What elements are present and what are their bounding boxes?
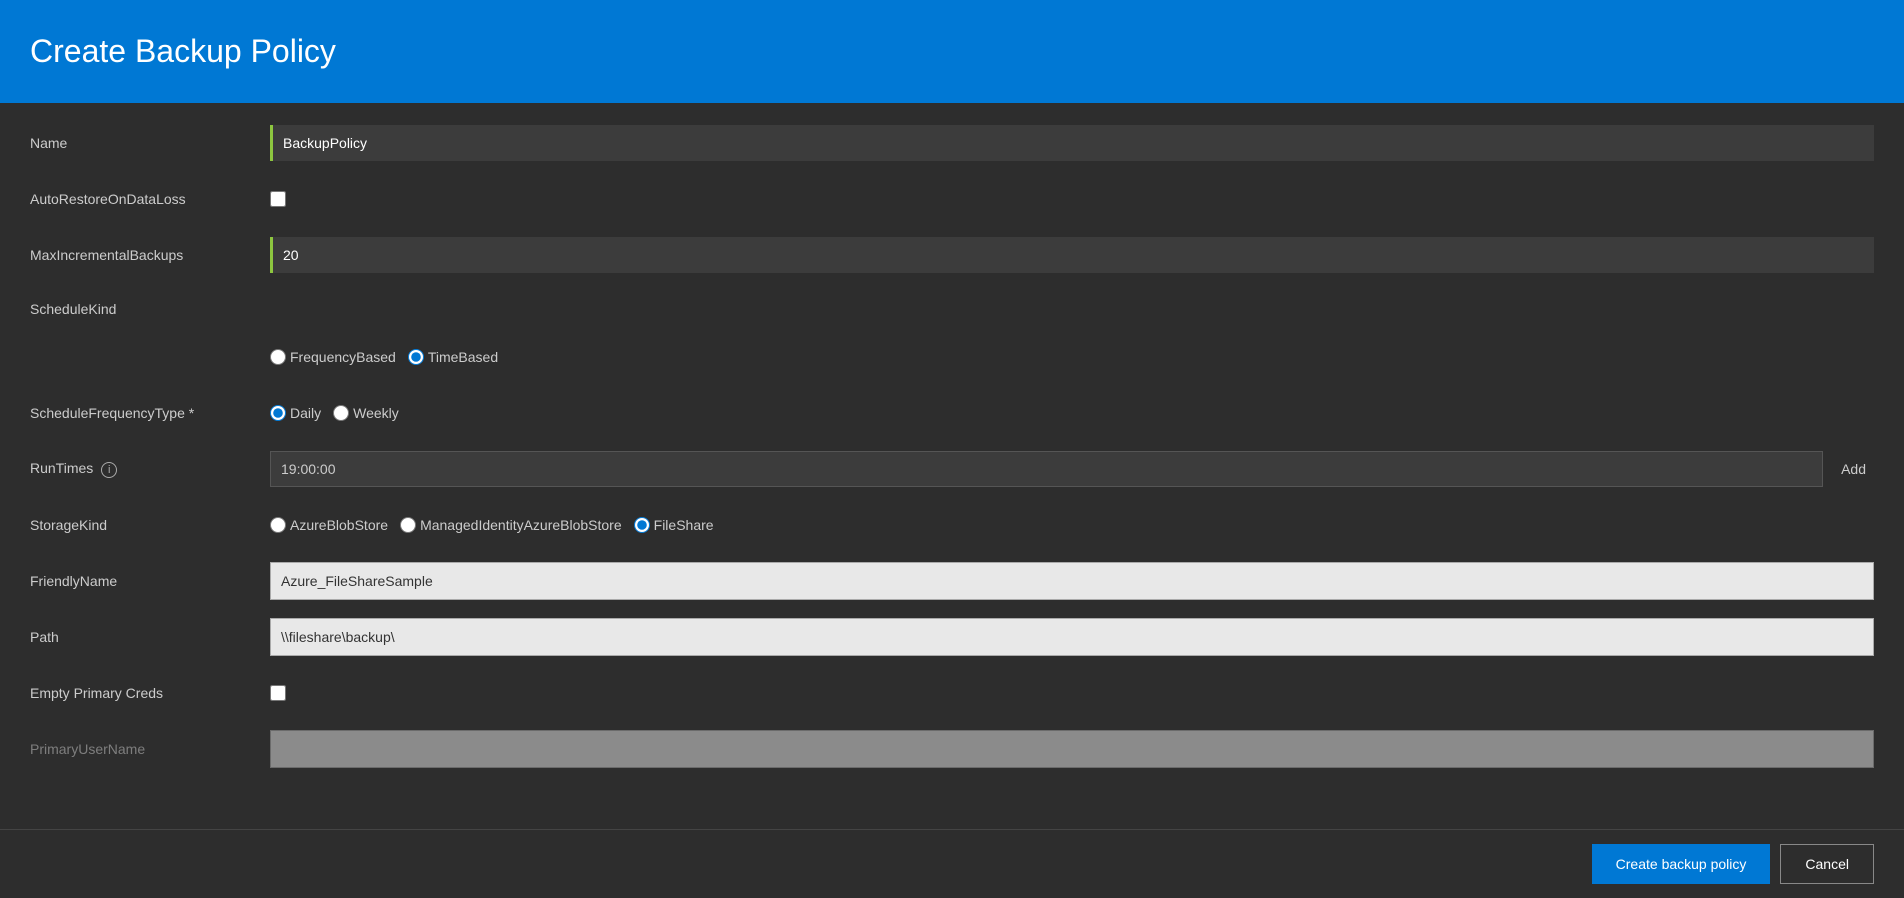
schedule-kind-time-radio[interactable]: [408, 349, 424, 365]
max-incremental-label: MaxIncrementalBackups: [30, 247, 270, 263]
empty-primary-creds-checkbox[interactable]: [270, 685, 286, 701]
path-control: [270, 618, 1874, 656]
runtimes-row: RunTimes i Add: [30, 449, 1874, 489]
storage-kind-label: StorageKind: [30, 517, 270, 533]
page-title: Create Backup Policy: [30, 33, 336, 70]
runtimes-control: Add: [270, 451, 1874, 487]
runtimes-wrapper: Add: [270, 451, 1874, 487]
schedule-freq-weekly-radio[interactable]: [333, 405, 349, 421]
runtimes-input[interactable]: [270, 451, 1823, 487]
primary-username-control: [270, 730, 1874, 768]
schedule-kind-control: FrequencyBased TimeBased: [270, 349, 1874, 365]
schedule-freq-daily-radio[interactable]: [270, 405, 286, 421]
schedule-freq-daily-item: Daily: [270, 405, 321, 421]
schedule-freq-radio-group: Daily Weekly: [270, 405, 407, 421]
schedule-kind-time-item: TimeBased: [408, 349, 498, 365]
max-incremental-input[interactable]: [270, 237, 1874, 273]
friendly-name-input[interactable]: [270, 562, 1874, 600]
storage-kind-row: StorageKind AzureBlobStore ManagedIdenti…: [30, 505, 1874, 545]
auto-restore-checkbox[interactable]: [270, 191, 286, 207]
page-header: Create Backup Policy: [0, 0, 1904, 103]
form-content: Name AutoRestoreOnDataLoss MaxIncrementa…: [0, 103, 1904, 829]
max-incremental-row: MaxIncrementalBackups: [30, 235, 1874, 275]
name-row: Name: [30, 123, 1874, 163]
primary-username-input[interactable]: [270, 730, 1874, 768]
auto-restore-label: AutoRestoreOnDataLoss: [30, 191, 270, 207]
empty-primary-creds-label: Empty Primary Creds: [30, 685, 270, 701]
auto-restore-control: [270, 191, 1874, 207]
name-control: [270, 125, 1874, 161]
primary-username-label: PrimaryUserName: [30, 741, 270, 757]
friendly-name-label: FriendlyName: [30, 573, 270, 589]
storage-kind-control: AzureBlobStore ManagedIdentityAzureBlobS…: [270, 517, 1874, 533]
runtimes-label: RunTimes i: [30, 460, 270, 478]
schedule-freq-label: ScheduleFrequencyType *: [30, 405, 270, 421]
schedule-kind-frequency-radio[interactable]: [270, 349, 286, 365]
storage-kind-azure-label: AzureBlobStore: [290, 517, 388, 533]
friendly-name-control: [270, 562, 1874, 600]
runtimes-info-icon[interactable]: i: [101, 462, 117, 478]
storage-kind-managed-radio[interactable]: [400, 517, 416, 533]
schedule-kind-radio-row: FrequencyBased TimeBased: [30, 337, 1874, 377]
schedule-kind-time-label: TimeBased: [428, 349, 498, 365]
schedule-kind-radio-group: FrequencyBased TimeBased: [270, 349, 506, 365]
schedule-freq-weekly-label: Weekly: [353, 405, 399, 421]
storage-kind-fileshare-radio[interactable]: [634, 517, 650, 533]
primary-username-row: PrimaryUserName: [30, 729, 1874, 769]
storage-kind-azure-radio[interactable]: [270, 517, 286, 533]
empty-primary-creds-row: Empty Primary Creds: [30, 673, 1874, 713]
friendly-name-row: FriendlyName: [30, 561, 1874, 601]
empty-primary-creds-control: [270, 685, 1874, 701]
storage-kind-fileshare-item: FileShare: [634, 517, 714, 533]
storage-kind-fileshare-label: FileShare: [654, 517, 714, 533]
storage-kind-radio-group: AzureBlobStore ManagedIdentityAzureBlobS…: [270, 517, 722, 533]
schedule-freq-weekly-item: Weekly: [333, 405, 399, 421]
auto-restore-row: AutoRestoreOnDataLoss: [30, 179, 1874, 219]
schedule-kind-frequency-label: FrequencyBased: [290, 349, 396, 365]
path-input[interactable]: [270, 618, 1874, 656]
name-input[interactable]: [270, 125, 1874, 161]
path-label: Path: [30, 629, 270, 645]
storage-kind-azure-item: AzureBlobStore: [270, 517, 388, 533]
runtimes-add-button[interactable]: Add: [1833, 457, 1874, 481]
schedule-kind-frequency-item: FrequencyBased: [270, 349, 396, 365]
cancel-button[interactable]: Cancel: [1780, 844, 1874, 884]
schedule-freq-row: ScheduleFrequencyType * Daily Weekly: [30, 393, 1874, 433]
create-backup-policy-button[interactable]: Create backup policy: [1592, 844, 1771, 884]
storage-kind-managed-label: ManagedIdentityAzureBlobStore: [420, 517, 622, 533]
path-row: Path: [30, 617, 1874, 657]
storage-kind-managed-item: ManagedIdentityAzureBlobStore: [400, 517, 622, 533]
max-incremental-control: [270, 237, 1874, 273]
schedule-freq-control: Daily Weekly: [270, 405, 1874, 421]
schedule-kind-label-row: ScheduleKind: [30, 291, 1874, 331]
page-footer: Create backup policy Cancel: [0, 829, 1904, 898]
schedule-kind-label: ScheduleKind: [30, 301, 270, 321]
schedule-freq-daily-label: Daily: [290, 405, 321, 421]
name-label: Name: [30, 135, 270, 151]
